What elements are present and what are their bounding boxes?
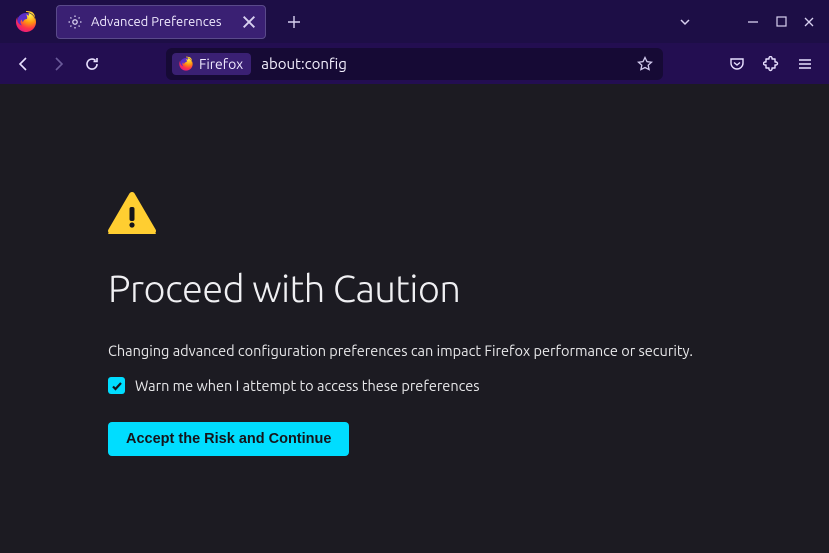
identity-label: Firefox bbox=[199, 56, 243, 72]
firefox-brand-icon bbox=[178, 56, 194, 72]
list-all-tabs-button[interactable] bbox=[671, 8, 699, 36]
warning-triangle-icon bbox=[108, 192, 156, 234]
checkmark-icon bbox=[111, 380, 123, 392]
puzzle-icon bbox=[763, 56, 779, 72]
warning-heading: Proceed with Caution bbox=[108, 268, 829, 310]
window-minimize-button[interactable] bbox=[739, 8, 767, 36]
identity-box[interactable]: Firefox bbox=[172, 53, 251, 75]
warn-checkbox[interactable] bbox=[108, 377, 125, 394]
hamburger-icon bbox=[797, 56, 813, 72]
firefox-logo-icon bbox=[14, 10, 38, 34]
chevron-down-icon bbox=[678, 15, 692, 29]
window-maximize-button[interactable] bbox=[767, 8, 795, 36]
close-icon bbox=[803, 16, 815, 28]
warn-checkbox-row[interactable]: Warn me when I attempt to access these p… bbox=[108, 377, 829, 394]
pocket-icon bbox=[729, 56, 745, 72]
reload-button[interactable] bbox=[76, 48, 108, 80]
minimize-icon bbox=[747, 16, 759, 28]
url-bar[interactable]: Firefox about:config bbox=[166, 48, 663, 80]
app-menu-button[interactable] bbox=[789, 48, 821, 80]
titlebar: Advanced Preferences bbox=[0, 0, 829, 43]
reload-icon bbox=[84, 56, 100, 72]
close-icon bbox=[241, 14, 257, 30]
url-text: about:config bbox=[257, 55, 347, 72]
new-tab-button[interactable] bbox=[280, 8, 308, 36]
forward-button[interactable] bbox=[42, 48, 74, 80]
window-close-button[interactable] bbox=[795, 8, 823, 36]
extensions-button[interactable] bbox=[755, 48, 787, 80]
bookmark-star-icon[interactable] bbox=[637, 56, 653, 72]
back-button[interactable] bbox=[8, 48, 40, 80]
tab-title: Advanced Preferences bbox=[91, 15, 222, 29]
tab-close-button[interactable] bbox=[241, 14, 257, 30]
warn-checkbox-label: Warn me when I attempt to access these p… bbox=[135, 377, 480, 394]
arrow-right-icon bbox=[50, 56, 66, 72]
about-config-warning: Proceed with Caution Changing advanced c… bbox=[0, 84, 829, 456]
gear-icon bbox=[67, 14, 83, 30]
arrow-left-icon bbox=[16, 56, 32, 72]
warning-description: Changing advanced configuration preferen… bbox=[108, 342, 829, 359]
browser-tab[interactable]: Advanced Preferences bbox=[56, 5, 266, 39]
accept-risk-button[interactable]: Accept the Risk and Continue bbox=[108, 422, 349, 456]
pocket-button[interactable] bbox=[721, 48, 753, 80]
navigation-toolbar: Firefox about:config bbox=[0, 43, 829, 84]
plus-icon bbox=[287, 15, 301, 29]
maximize-icon bbox=[776, 16, 787, 27]
